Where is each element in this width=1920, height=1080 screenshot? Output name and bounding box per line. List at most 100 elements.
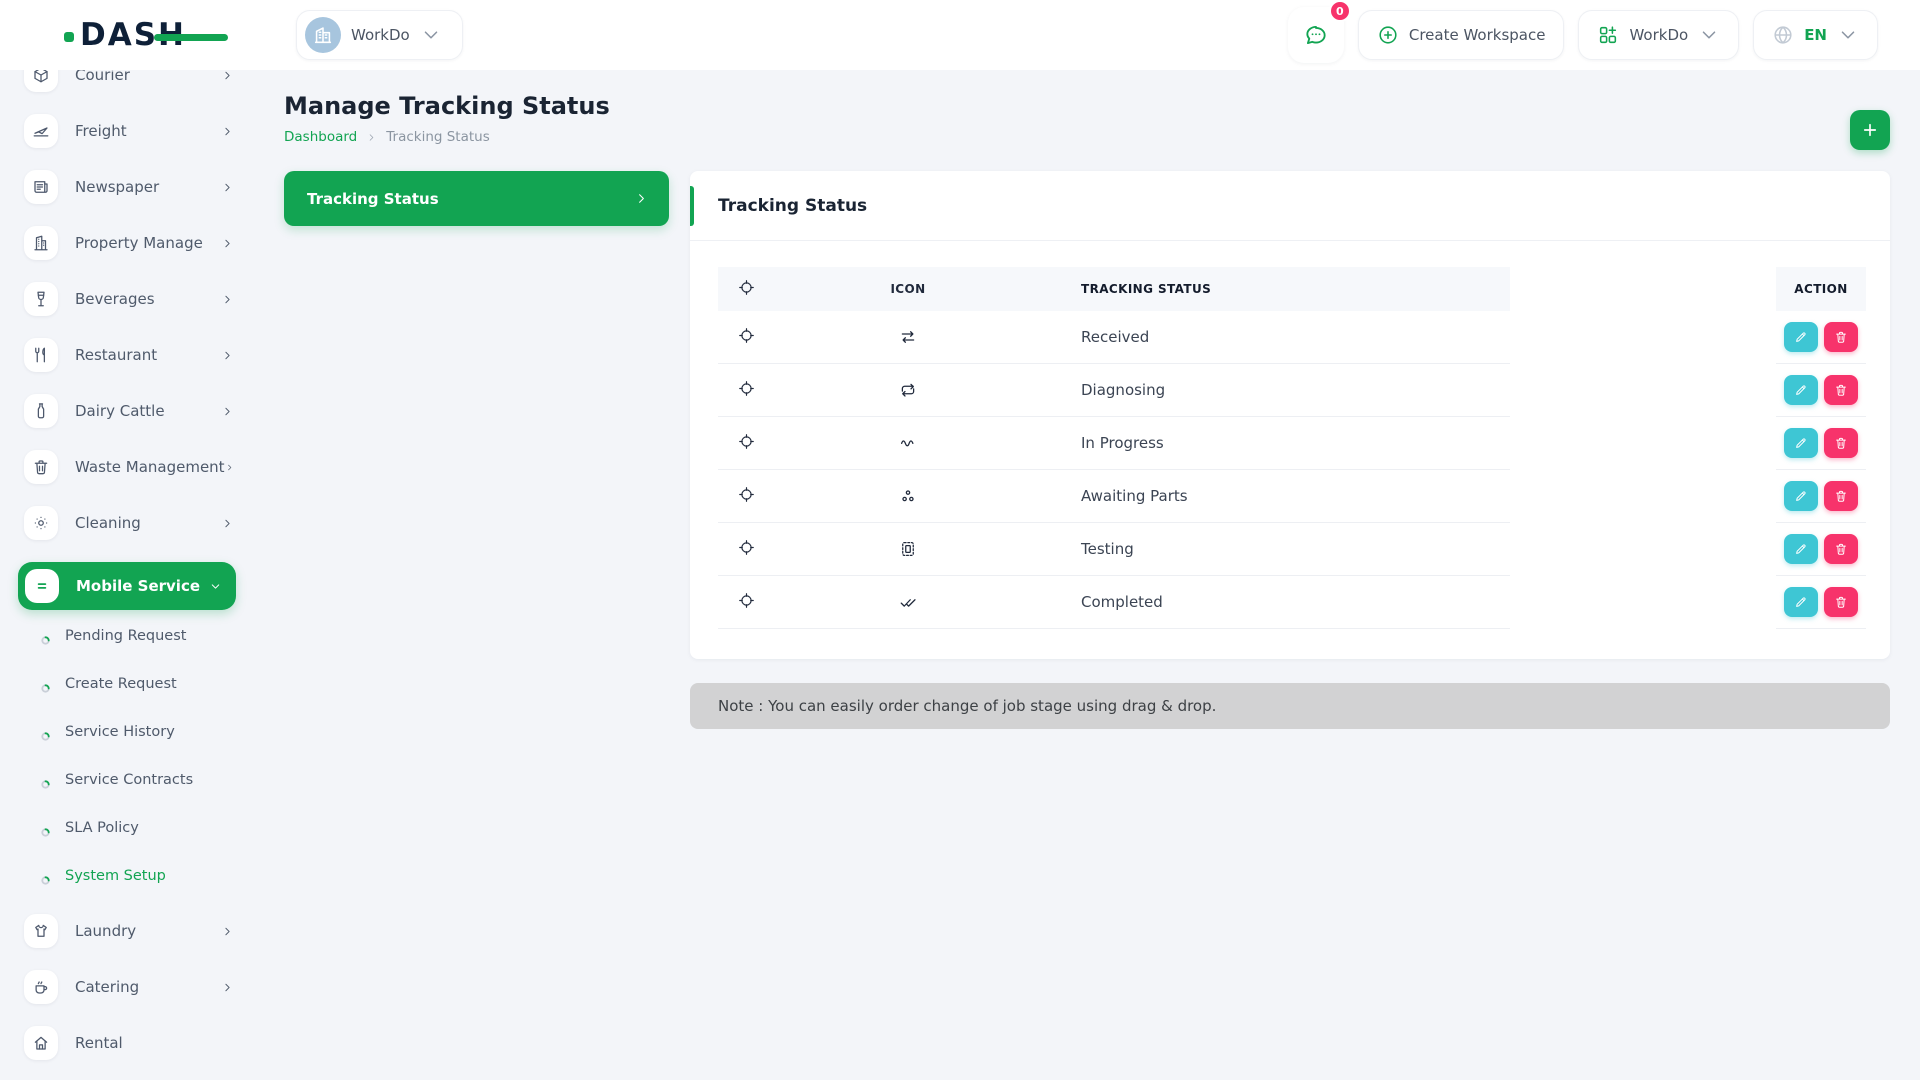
messages-button[interactable]: 0 (1288, 7, 1344, 63)
edit-button[interactable] (1784, 587, 1818, 617)
language-selector[interactable]: EN (1753, 10, 1878, 60)
workspace-selector[interactable]: WorkDo (296, 10, 463, 60)
status-repeat-icon (899, 381, 917, 399)
add-tracking-status-button[interactable] (1850, 110, 1890, 150)
drag-handle-icon[interactable] (738, 592, 755, 609)
language-label: EN (1804, 26, 1827, 44)
sidebar-item-laundry[interactable]: Laundry (24, 914, 234, 948)
delete-button[interactable] (1824, 481, 1858, 511)
sidebar-item-waste-management[interactable]: Waste Management (24, 450, 234, 484)
drag-handle-icon[interactable] (738, 433, 755, 450)
chevron-down-icon (1698, 24, 1720, 46)
chevron-right-icon (221, 70, 234, 82)
sidebar-item-beverages[interactable]: Beverages (24, 282, 234, 316)
sidebar-subitem-system-setup[interactable]: System Setup (40, 866, 234, 886)
sidebar-subitem-pending-request[interactable]: Pending Request (40, 626, 234, 646)
edit-button[interactable] (1784, 322, 1818, 352)
plus-circle-icon (1377, 24, 1399, 46)
table-header-row: ICON TRACKING STATUS ACTION (718, 267, 1866, 311)
pencil-icon (1794, 436, 1808, 450)
tracking-status-value: Awaiting Parts (1008, 487, 1510, 505)
delete-button[interactable] (1824, 534, 1858, 564)
sidebar-subitem-service-contracts[interactable]: Service Contracts (40, 770, 234, 790)
edit-button[interactable] (1784, 534, 1818, 564)
workdo-menu[interactable]: WorkDo (1578, 10, 1739, 60)
chevron-right-icon (221, 517, 234, 530)
pencil-icon (1794, 595, 1808, 609)
sidebar-subitem-sla-policy[interactable]: SLA Policy (40, 818, 234, 838)
column-header-status: TRACKING STATUS (1008, 282, 1510, 296)
delete-button[interactable] (1824, 322, 1858, 352)
note-text: Note : You can easily order change of jo… (718, 697, 1216, 715)
delete-button[interactable] (1824, 428, 1858, 458)
drag-handle-icon[interactable] (738, 327, 755, 344)
status-box-dashed-icon (899, 540, 917, 558)
sidebar-item-restaurant[interactable]: Restaurant (24, 338, 234, 372)
trash-icon (24, 450, 58, 484)
sidebar-item-freight[interactable]: Freight (24, 114, 234, 148)
utensils-icon (24, 338, 58, 372)
trash-icon (1834, 330, 1848, 344)
column-header-action: ACTION (1776, 267, 1866, 311)
trash-icon (1834, 436, 1848, 450)
sidebar-item-catering[interactable]: Catering (24, 970, 234, 1004)
sidebar-item-label: Freight (75, 122, 221, 140)
pencil-icon (1794, 489, 1808, 503)
trash-icon (1834, 542, 1848, 556)
app-logo[interactable]: DASH (64, 17, 186, 53)
bullet-icon (40, 727, 51, 738)
sidebar-item-label: Catering (75, 978, 221, 996)
breadcrumb-current: Tracking Status (386, 129, 490, 145)
chevron-right-icon (634, 191, 649, 206)
bullet-icon (40, 631, 51, 642)
sidebar-item-newspaper[interactable]: Newspaper (24, 170, 234, 204)
tracking-status-value: Testing (1008, 540, 1510, 558)
sidebar-item-label: Waste Management (75, 458, 225, 476)
sidebar-item-property-manage[interactable]: Property Manage (24, 226, 234, 260)
card-title: Tracking Status (718, 196, 867, 216)
drag-handle-icon[interactable] (738, 539, 755, 556)
edit-button[interactable] (1784, 481, 1818, 511)
pencil-icon (1794, 330, 1808, 344)
edit-button[interactable] (1784, 375, 1818, 405)
drag-handle-icon[interactable] (738, 486, 755, 503)
chevron-right-icon (221, 125, 234, 138)
breadcrumb-dashboard-link[interactable]: Dashboard (284, 129, 357, 145)
trash-icon (1834, 489, 1848, 503)
bottle-icon (24, 394, 58, 428)
tracking-status-table: ICON TRACKING STATUS ACTION ReceivedDiag… (690, 241, 1890, 659)
drag-handle-icon[interactable] (738, 380, 755, 397)
messages-badge: 0 (1329, 0, 1351, 22)
status-checks-icon (899, 593, 917, 611)
workdo-menu-label: WorkDo (1629, 26, 1688, 44)
table-row: Diagnosing (718, 364, 1866, 417)
nav-button-label: Tracking Status (307, 190, 634, 208)
delete-button[interactable] (1824, 587, 1858, 617)
sidebar-subitem-label: SLA Policy (65, 820, 139, 836)
create-workspace-label: Create Workspace (1409, 26, 1546, 44)
sidebar-item-dairy-cattle[interactable]: Dairy Cattle (24, 394, 234, 428)
delete-button[interactable] (1824, 375, 1858, 405)
package-icon (24, 70, 58, 92)
logo-dot-icon (64, 32, 74, 42)
create-workspace-button[interactable]: Create Workspace (1358, 10, 1565, 60)
edit-button[interactable] (1784, 428, 1818, 458)
chat-icon (1303, 22, 1329, 48)
chevron-right-icon (221, 349, 234, 362)
sidebar-item-mobile-service[interactable]: Mobile Service (18, 562, 236, 610)
workspace-avatar (305, 17, 341, 53)
sidebar-subitem-create-request[interactable]: Create Request (40, 674, 234, 694)
sidebar-item-cleaning[interactable]: Cleaning (24, 506, 234, 540)
sidebar-item-label: Cleaning (75, 514, 221, 532)
building-avatar-icon (312, 24, 334, 46)
sidebar-subitem-service-history[interactable]: Service History (40, 722, 234, 742)
sidebar-item-courier[interactable]: Courier (24, 70, 234, 92)
tracking-status-nav-button[interactable]: Tracking Status (284, 171, 669, 226)
sidebar-item-label: Mobile Service (76, 577, 209, 595)
move-icon (738, 279, 755, 296)
plus-icon (1861, 121, 1879, 139)
sidebar-item-rental[interactable]: Rental (24, 1026, 234, 1060)
table-row: Testing (718, 523, 1866, 576)
chevron-down-icon (420, 24, 442, 46)
globe-icon (1772, 24, 1794, 46)
